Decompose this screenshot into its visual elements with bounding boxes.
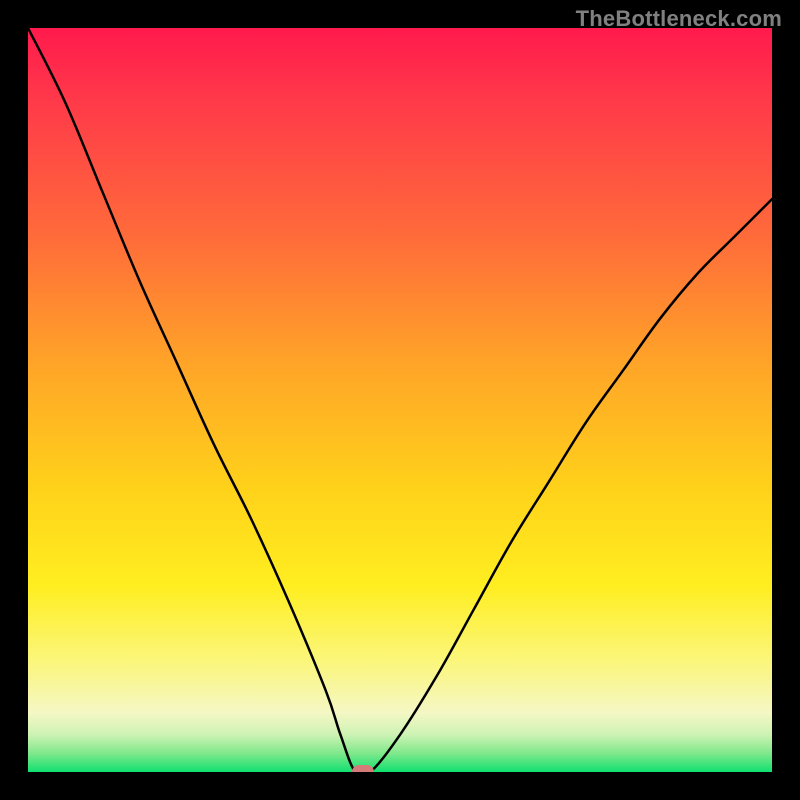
curve-layer bbox=[28, 28, 772, 772]
bottleneck-curve-path bbox=[28, 28, 772, 772]
plot-area bbox=[28, 28, 772, 772]
optimal-point-marker bbox=[352, 765, 374, 772]
bottleneck-chart: TheBottleneck.com bbox=[0, 0, 800, 800]
